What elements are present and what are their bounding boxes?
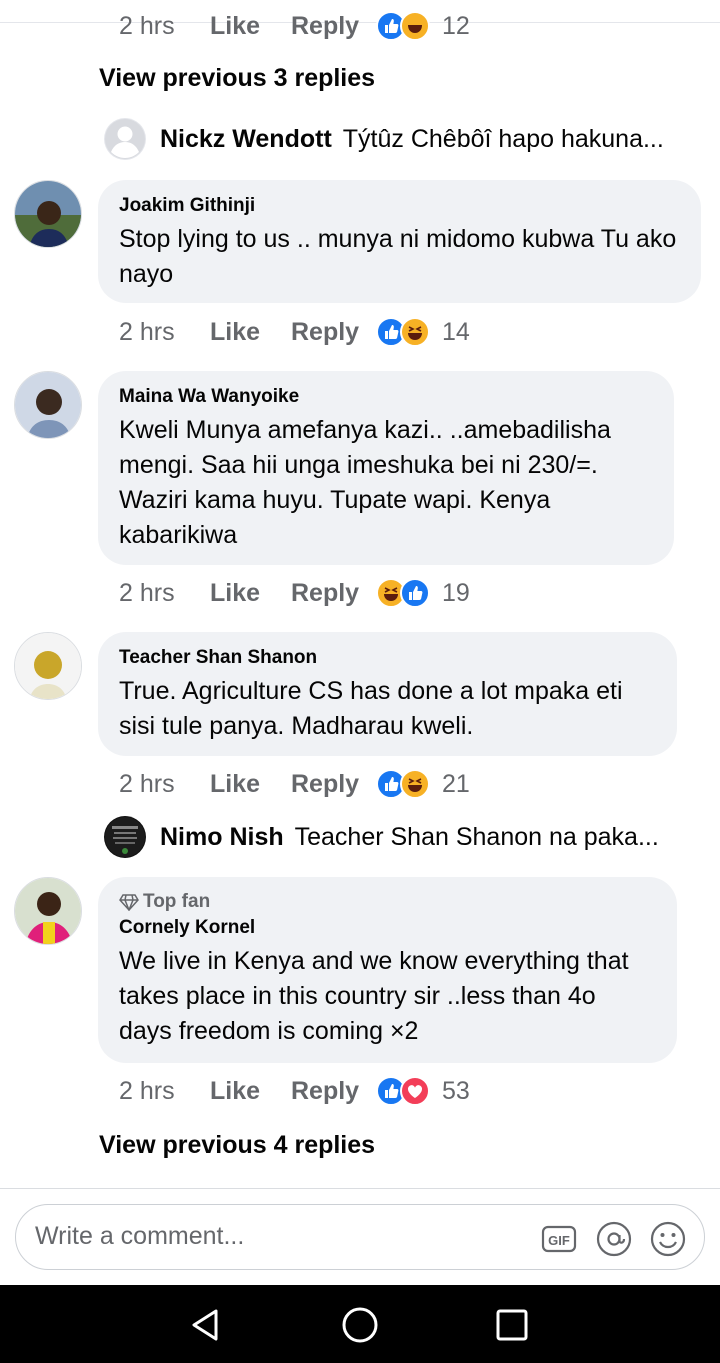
reply-button[interactable]: Reply	[291, 770, 359, 799]
avatar[interactable]	[14, 180, 82, 248]
avatar[interactable]	[14, 632, 82, 700]
comment-time: 2 hrs	[119, 578, 175, 607]
reply-button[interactable]: Reply	[291, 318, 359, 347]
view-previous-replies-link[interactable]: View previous 4 replies	[99, 1131, 375, 1160]
like-button[interactable]: Like	[210, 318, 260, 347]
comment-time: 2 hrs	[119, 317, 175, 346]
badge-label: Top fan	[143, 891, 211, 912]
avatar[interactable]	[14, 371, 82, 439]
comment-text: Kweli Munya amefanya kazi.. ..amebadilis…	[119, 416, 611, 549]
haha-reaction-icon	[400, 317, 430, 347]
reply-preview[interactable]: Nimo Nish Teacher Shan Shanon na paka...	[104, 815, 659, 859]
reply-text: Teacher Shan Shanon na paka...	[294, 822, 659, 851]
reaction-count: 12	[442, 11, 470, 40]
reactions[interactable]	[376, 576, 436, 610]
comment-bubble: Teacher Shan Shanon True. Agriculture CS…	[98, 632, 677, 756]
love-reaction-icon	[400, 1076, 430, 1106]
comment-time: 2 hrs	[119, 1076, 175, 1105]
reply-button[interactable]: Reply	[291, 12, 359, 41]
diamond-icon	[119, 894, 139, 911]
avatar	[104, 816, 146, 858]
svg-text:GIF: GIF	[548, 1233, 570, 1248]
haha-reaction-icon	[400, 11, 430, 41]
comment-text: True. Agriculture CS has done a lot mpak…	[119, 677, 623, 740]
comment-author[interactable]: Joakim Githinji	[119, 194, 679, 218]
like-button[interactable]: Like	[210, 579, 260, 608]
comment-bubble: Joakim Githinji Stop lying to us .. muny…	[98, 180, 701, 303]
comment-author[interactable]: Teacher Shan Shanon	[119, 646, 655, 670]
home-icon[interactable]	[340, 1305, 380, 1345]
comment-bubble: Top fan Cornely Kornel We live in Kenya …	[98, 877, 677, 1063]
reactions[interactable]	[376, 315, 436, 349]
top-divider	[0, 22, 720, 23]
reactions[interactable]	[376, 767, 436, 801]
reactions[interactable]	[376, 9, 436, 43]
mention-icon[interactable]	[596, 1221, 632, 1257]
reactions[interactable]	[376, 1074, 436, 1108]
avatar[interactable]	[14, 877, 82, 945]
comment-time: 2 hrs	[119, 11, 175, 40]
default-avatar-icon	[104, 118, 146, 160]
reaction-count: 21	[442, 769, 470, 798]
back-icon[interactable]	[186, 1305, 226, 1345]
reply-preview[interactable]: Nickz Wendott Týtûz Chêbôî hapo hakuna..…	[104, 117, 664, 161]
like-button[interactable]: Like	[210, 1077, 260, 1106]
reaction-count: 19	[442, 578, 470, 607]
comment-input-placeholder: Write a comment...	[35, 1222, 245, 1250]
reply-author[interactable]: Nimo Nish	[160, 823, 284, 852]
comment-bubble: Maina Wa Wanyoike Kweli Munya amefanya k…	[98, 371, 674, 565]
comment-text: Stop lying to us .. munya ni midomo kubw…	[119, 225, 677, 288]
top-fan-badge: Top fan	[119, 890, 655, 914]
haha-reaction-icon	[400, 769, 430, 799]
recents-icon[interactable]	[492, 1305, 532, 1345]
comment-composer-bar: Write a comment... GIF	[0, 1188, 720, 1286]
comment-input[interactable]: Write a comment... GIF	[15, 1204, 705, 1270]
comment-author[interactable]: Maina Wa Wanyoike	[119, 385, 652, 409]
reaction-count: 14	[442, 317, 470, 346]
comment-text: We live in Kenya and we know everything …	[119, 947, 629, 1045]
reply-button[interactable]: Reply	[291, 1077, 359, 1106]
view-previous-replies-link[interactable]: View previous 3 replies	[99, 64, 375, 93]
reply-author[interactable]: Nickz Wendott	[160, 125, 332, 154]
like-reaction-icon	[400, 578, 430, 608]
comment-author[interactable]: Cornely Kornel	[119, 916, 655, 940]
gif-icon[interactable]: GIF	[541, 1221, 577, 1257]
reply-button[interactable]: Reply	[291, 579, 359, 608]
reaction-count: 53	[442, 1076, 470, 1105]
reply-text: Týtûz Chêbôî hapo hakuna...	[342, 124, 664, 153]
comment-time: 2 hrs	[119, 769, 175, 798]
system-navigation-bar	[0, 1285, 720, 1363]
like-button[interactable]: Like	[210, 12, 260, 41]
like-button[interactable]: Like	[210, 770, 260, 799]
emoji-icon[interactable]	[650, 1221, 686, 1257]
